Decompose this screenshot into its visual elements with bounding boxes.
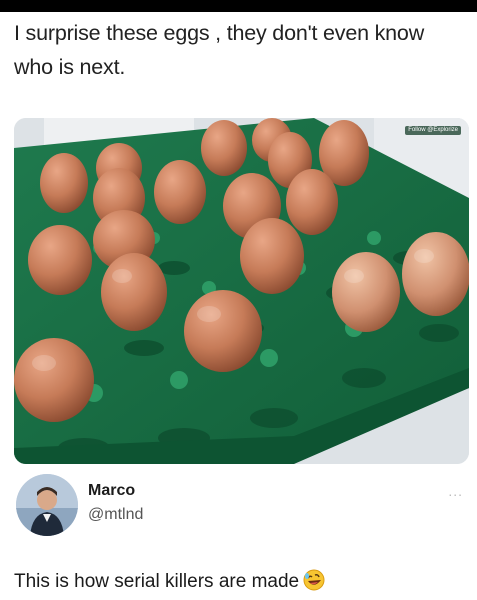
eggs-photo: Follow @Explorize	[14, 118, 469, 464]
ellipsis-icon[interactable]: ...	[448, 484, 463, 498]
post-caption: I surprise these eggs , they don't even …	[14, 21, 425, 79]
author-name[interactable]: Marco	[88, 482, 135, 500]
profile-row: Marco @mtlnd ...	[14, 474, 469, 544]
reply-text-row: This is how serial killers are made	[14, 569, 325, 597]
rolling-laughing-emoji-icon	[303, 569, 325, 597]
reply-text: This is how serial killers are made	[14, 571, 300, 592]
watermark-badge: Follow @Explorize	[405, 126, 461, 135]
avatar[interactable]	[16, 474, 78, 536]
author-handle[interactable]: @mtlnd	[88, 506, 143, 524]
avatar-image	[16, 474, 78, 536]
egg-tray-image	[14, 118, 469, 464]
top-bar	[0, 0, 477, 12]
